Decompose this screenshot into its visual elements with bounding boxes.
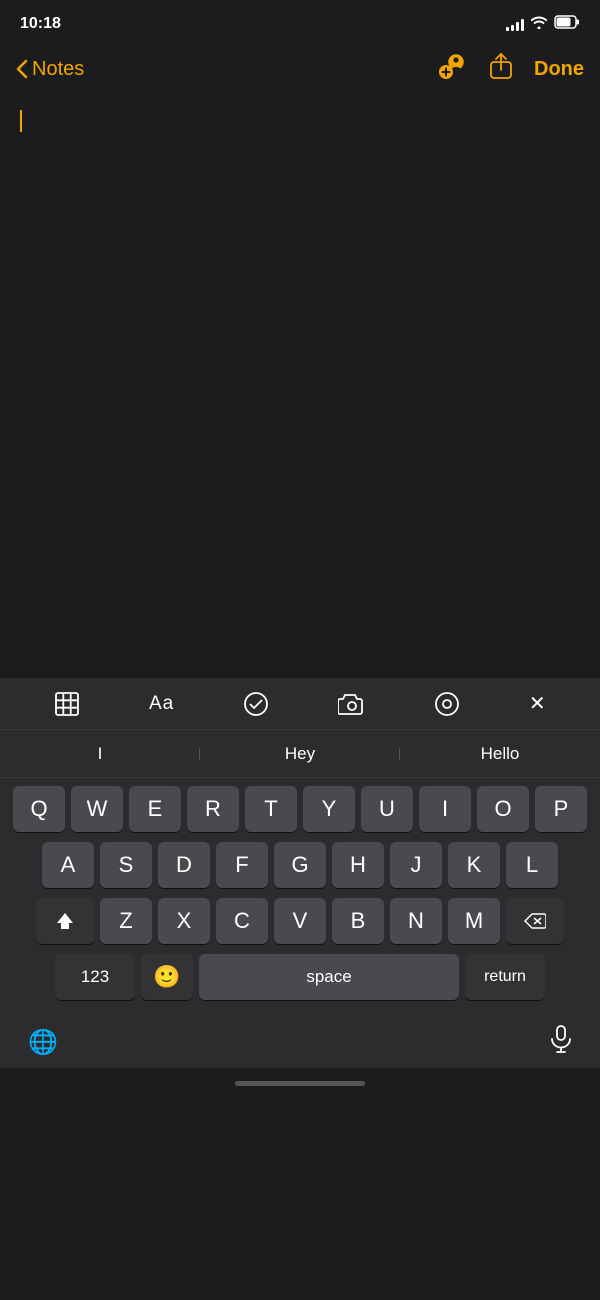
key-l[interactable]: L [506,842,558,888]
key-k[interactable]: K [448,842,500,888]
key-n[interactable]: N [390,898,442,944]
key-x[interactable]: X [158,898,210,944]
bottom-bar: 🌐 [0,1016,600,1068]
key-w[interactable]: W [71,786,123,832]
delete-key[interactable] [506,898,564,944]
close-toolbar-icon[interactable]: ✕ [529,691,546,716]
key-s[interactable]: S [100,842,152,888]
wifi-icon [530,15,548,34]
note-content-area[interactable] [0,98,600,678]
text-cursor [20,110,22,132]
pred-suggestion-3[interactable]: Hello [400,744,600,764]
keyboard-row-3: Z X C V B N M [4,898,596,944]
keyboard: Q W E R T Y U I O P A S D F G H J K L Z … [0,778,600,1016]
keyboard-row-1: Q W E R T Y U I O P [4,786,596,832]
key-g[interactable]: G [274,842,326,888]
key-r[interactable]: R [187,786,239,832]
key-q[interactable]: Q [13,786,65,832]
keyboard-row-2: A S D F G H J K L [4,842,596,888]
nav-actions: Done [436,52,584,87]
key-o[interactable]: O [477,786,529,832]
key-y[interactable]: Y [303,786,355,832]
key-i[interactable]: I [419,786,471,832]
keyboard-row-4: 123 🙂 space return [4,954,596,1000]
add-collaborator-icon[interactable] [436,52,468,87]
key-m[interactable]: M [448,898,500,944]
key-z[interactable]: Z [100,898,152,944]
key-d[interactable]: D [158,842,210,888]
key-v[interactable]: V [274,898,326,944]
battery-icon [554,15,580,34]
key-p[interactable]: P [535,786,587,832]
status-bar: 10:18 [0,0,600,44]
key-u[interactable]: U [361,786,413,832]
key-c[interactable]: C [216,898,268,944]
shift-key[interactable] [36,898,94,944]
back-label: Notes [32,58,84,81]
key-e[interactable]: E [129,786,181,832]
key-f[interactable]: F [216,842,268,888]
checklist-toolbar-icon[interactable] [243,691,269,717]
emoji-key[interactable]: 🙂 [141,954,193,1000]
key-j[interactable]: J [390,842,442,888]
numbers-key[interactable]: 123 [55,954,135,1000]
key-b[interactable]: B [332,898,384,944]
format-toolbar-icon[interactable]: Aa [149,693,174,715]
signal-icon [506,17,524,31]
back-button[interactable]: Notes [16,58,84,81]
pred-suggestion-2[interactable]: Hey [200,744,400,764]
pred-suggestion-1[interactable]: I [0,744,200,764]
status-time: 10:18 [20,15,61,33]
key-a[interactable]: A [42,842,94,888]
markup-toolbar-icon[interactable] [434,691,460,717]
share-icon[interactable] [488,52,514,87]
done-button[interactable]: Done [534,58,584,81]
return-key[interactable]: return [465,954,545,1000]
key-h[interactable]: H [332,842,384,888]
camera-toolbar-icon[interactable] [338,692,366,716]
microphone-icon[interactable] [550,1025,572,1060]
home-bar [235,1081,365,1086]
table-toolbar-icon[interactable] [54,691,80,717]
home-indicator [0,1068,600,1098]
key-t[interactable]: T [245,786,297,832]
nav-bar: Notes Done [0,44,600,98]
space-key[interactable]: space [199,954,459,1000]
globe-icon[interactable]: 🌐 [28,1028,58,1057]
status-icons [506,15,580,34]
keyboard-toolbar: Aa ✕ [0,678,600,730]
predictive-bar: I Hey Hello [0,730,600,778]
